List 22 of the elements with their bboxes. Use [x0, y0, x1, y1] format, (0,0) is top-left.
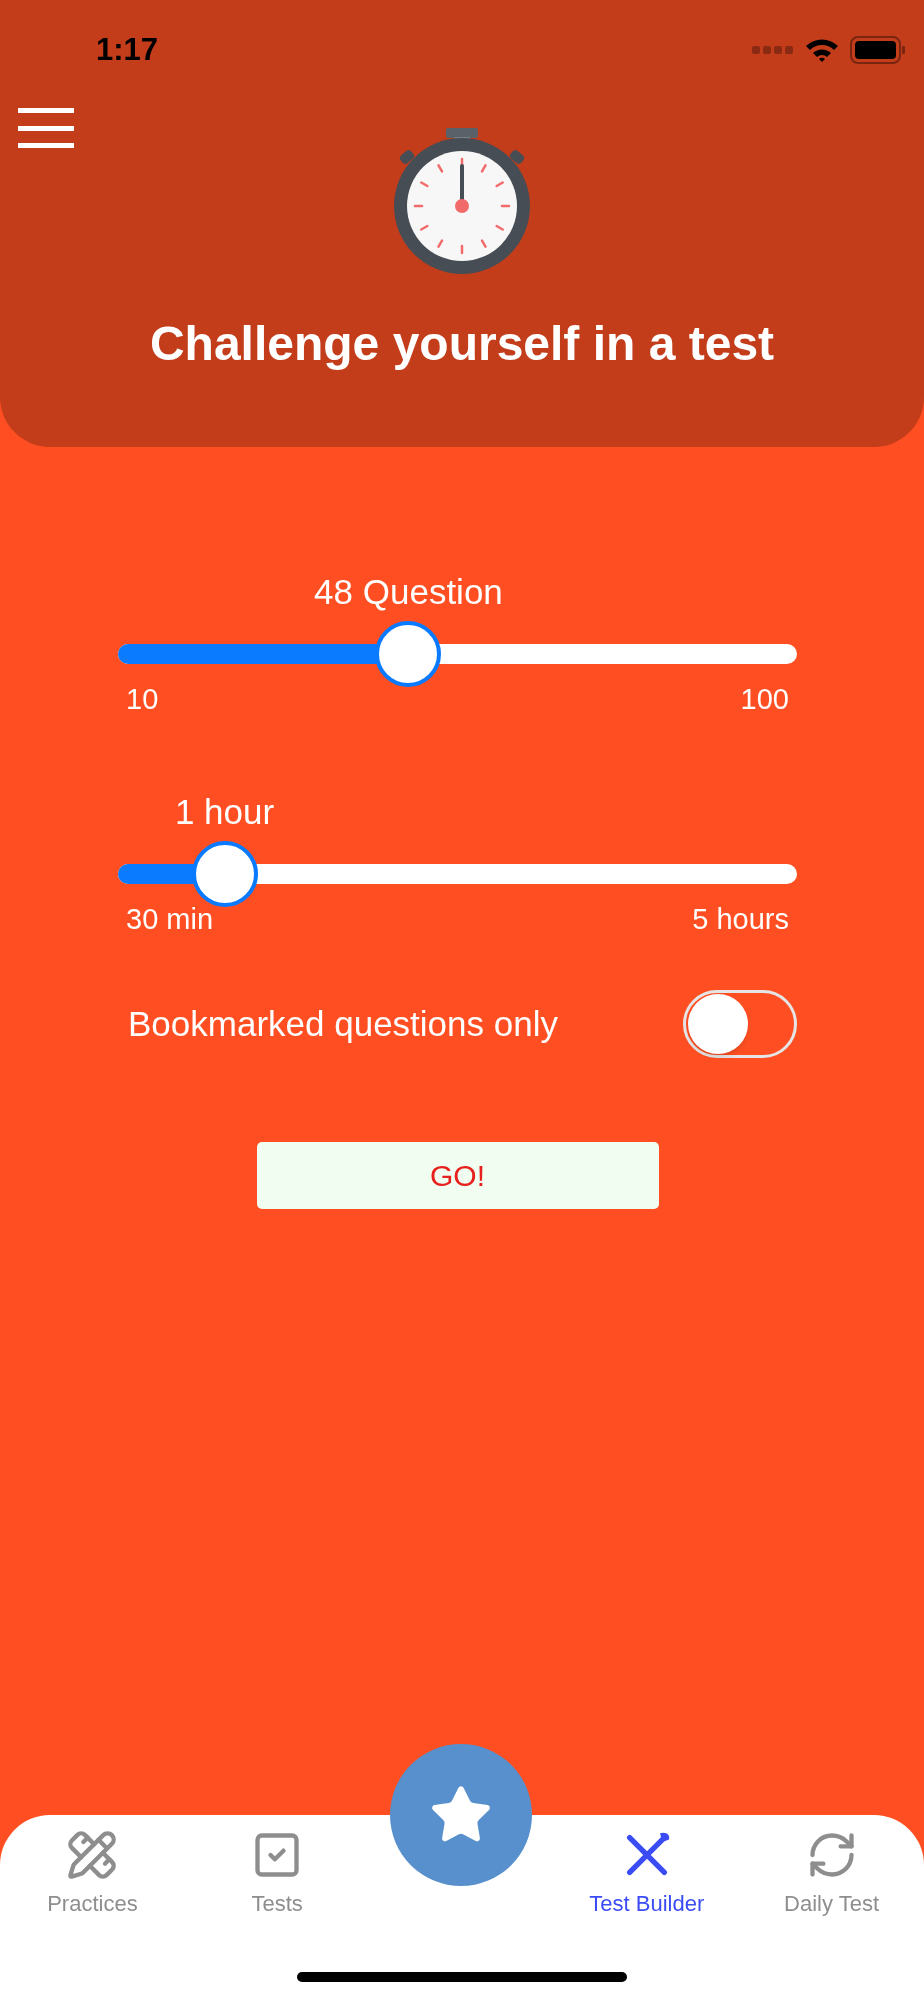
- slider[interactable]: [118, 621, 797, 687]
- toggle-label: Bookmarked questions only: [128, 1002, 558, 1045]
- menu-button[interactable]: [18, 108, 74, 148]
- battery-icon: [850, 36, 906, 64]
- slider-max-label: 100: [740, 685, 789, 714]
- tab-item[interactable]: Tests: [184, 1829, 370, 1920]
- slider-value-label: 48 Question: [314, 574, 503, 609]
- status-time: 1:17: [96, 30, 159, 69]
- pencil-ruler-icon: [66, 1829, 119, 1881]
- tab-item[interactable]: Test Builder: [554, 1829, 740, 1920]
- page-title: Challenge yourself in a test: [149, 320, 775, 368]
- toggle-switch[interactable]: [683, 990, 797, 1058]
- slider-min-label: 30 min: [126, 905, 214, 934]
- slider-max-label: 5 hours: [692, 905, 789, 934]
- wifi-icon: [804, 37, 840, 63]
- slider[interactable]: [118, 841, 797, 907]
- slider-min-label: 10: [126, 685, 159, 714]
- tab-item[interactable]: Practices: [0, 1829, 185, 1920]
- tab-item[interactable]: Daily Test: [739, 1829, 924, 1920]
- slider-value-label: 1 hour: [174, 794, 275, 829]
- signal-icon: [752, 46, 794, 54]
- go-button[interactable]: GO!: [256, 1142, 659, 1209]
